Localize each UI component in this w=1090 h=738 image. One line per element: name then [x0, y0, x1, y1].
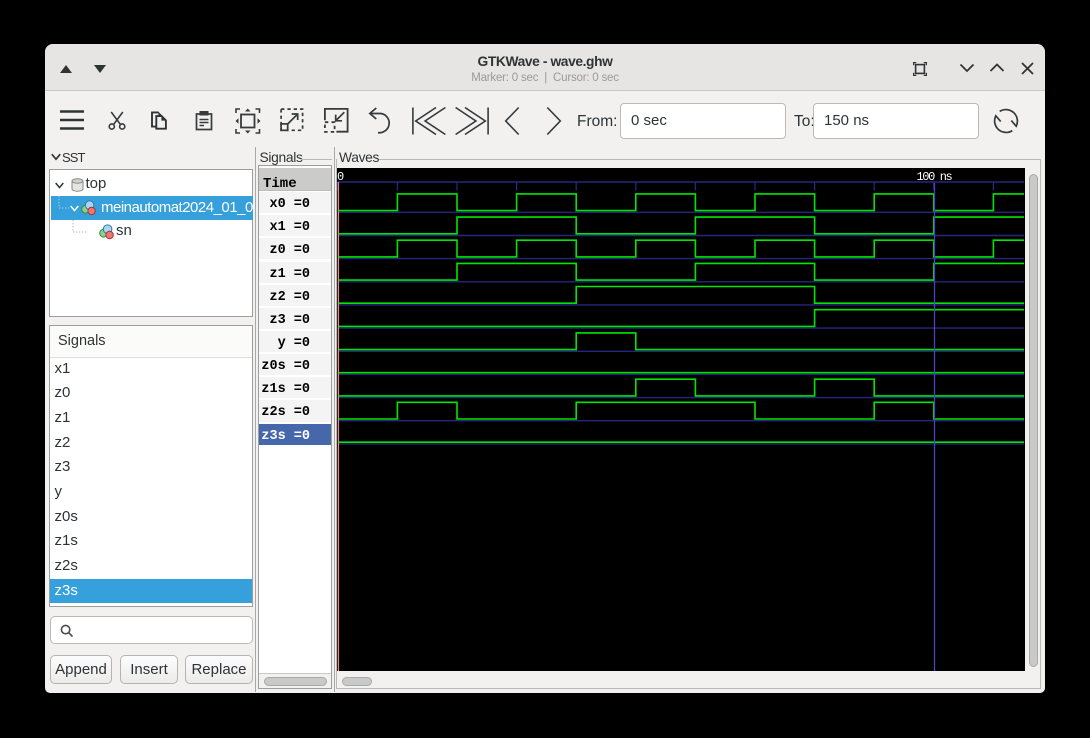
svg-text:100 ns: 100 ns [917, 170, 953, 184]
svg-text:0: 0 [337, 170, 344, 184]
